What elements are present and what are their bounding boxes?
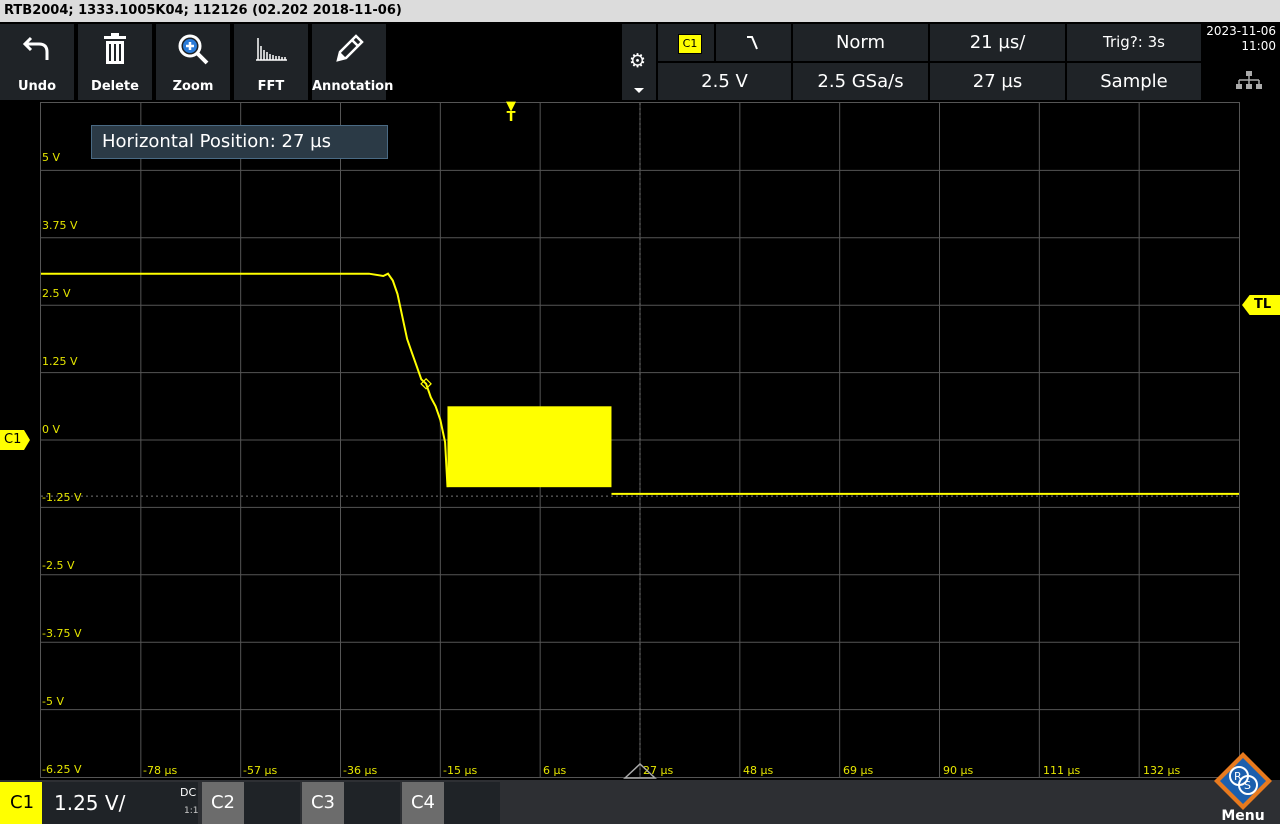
channel-c1-coupling: DC	[180, 786, 197, 799]
annotation-label: Annotation	[312, 79, 394, 94]
channel-c2-tab[interactable]: C2	[202, 782, 300, 824]
timebase-cell[interactable]: 21 µs/	[930, 24, 1065, 61]
svg-text:R: R	[1234, 770, 1242, 783]
waveform-noise-burst	[447, 406, 612, 488]
svg-text:S: S	[1244, 779, 1251, 792]
channel-c1-scale: 1.25 V/	[54, 791, 126, 815]
gear-icon: ⚙	[629, 50, 647, 72]
delete-label: Delete	[91, 79, 139, 94]
x-tick-label: -57 µs	[243, 764, 278, 777]
undo-icon	[22, 36, 49, 60]
horizontal-position-marker[interactable]	[623, 762, 657, 780]
acquisition-mode-cell[interactable]: Sample	[1067, 63, 1201, 100]
y-tick-label: 0 V	[42, 423, 61, 436]
zoom-button[interactable]: Zoom	[156, 24, 232, 100]
date-text: 2023-11-06	[1206, 24, 1276, 38]
pencil-icon	[336, 34, 364, 62]
trigger-marker[interactable]: ▼ T	[504, 100, 518, 124]
undo-button[interactable]: Undo	[0, 24, 76, 100]
trigger-edge-cell[interactable]	[716, 24, 791, 61]
y-tick-label: -3.75 V	[42, 627, 82, 640]
fft-label: FFT	[257, 79, 285, 94]
y-tick-label: -5 V	[42, 695, 64, 708]
channel-c4-tag: C4	[402, 782, 444, 824]
channel-offset-marker[interactable]: C1	[0, 430, 30, 450]
trigger-mode-cell[interactable]: Norm	[793, 24, 928, 61]
settings-button[interactable]: ⚙	[622, 24, 656, 100]
channel-c3-tab[interactable]: C3	[302, 782, 400, 824]
y-tick-label: -1.25 V	[42, 491, 82, 504]
channel-c2-tag: C2	[202, 782, 244, 824]
title-text: RTB2004; 1333.1005K04; 112126 (02.202 20…	[4, 3, 402, 18]
zoom-icon	[178, 34, 209, 65]
annotation-button[interactable]: Annotation	[312, 24, 394, 100]
x-tick-label: -36 µs	[343, 764, 378, 777]
trig-info-cell[interactable]: Trig?: 3s	[1067, 24, 1201, 61]
menu-label: Menu	[1221, 808, 1265, 824]
y-tick-label: 1.25 V	[42, 355, 78, 368]
falling-edge-icon	[746, 36, 758, 50]
network-icon	[1236, 71, 1262, 89]
channel-c4-tab[interactable]: C4	[402, 782, 500, 824]
x-tick-label: 90 µs	[943, 764, 974, 777]
title-bar: RTB2004; 1333.1005K04; 112126 (02.202 20…	[0, 0, 1280, 22]
y-tick-label: 3.75 V	[42, 219, 78, 232]
x-tick-label: 48 µs	[743, 764, 774, 777]
undo-label: Undo	[17, 79, 57, 94]
datetime: 2023-11-06 11:00	[1203, 24, 1280, 64]
trash-icon	[104, 33, 126, 64]
horizontal-position-overlay: Horizontal Position: 27 µs	[91, 125, 388, 159]
channel-c1-ratio: 1:1	[184, 806, 199, 816]
menu-button[interactable]: R S Menu	[1206, 750, 1280, 824]
waveform-grid[interactable]	[40, 102, 1240, 778]
x-tick-label: 132 µs	[1143, 764, 1181, 777]
y-tick-label: 5 V	[42, 151, 61, 164]
trigger-level-marker[interactable]: TL	[1242, 295, 1280, 315]
x-tick-label: -15 µs	[443, 764, 478, 777]
channel-c3-tag: C3	[302, 782, 344, 824]
trigger-level-cell[interactable]: 2.5 V	[658, 63, 791, 100]
channel-c1-tab[interactable]: C1 1.25 V/ DC 1:1	[0, 782, 198, 824]
fft-icon	[256, 38, 287, 61]
x-tick-label: 6 µs	[543, 764, 567, 777]
fft-button[interactable]: FFT	[234, 24, 310, 100]
sample-rate-cell[interactable]: 2.5 GSa/s	[793, 63, 928, 100]
delete-button[interactable]: Delete	[78, 24, 154, 100]
y-tick-label: 2.5 V	[42, 287, 71, 300]
y-tick-label: -6.25 V	[42, 763, 82, 776]
x-tick-label: -78 µs	[143, 764, 178, 777]
channel-c1-tag: C1	[0, 782, 42, 824]
time-text: 11:00	[1241, 39, 1276, 53]
waveform-trace	[41, 272, 449, 488]
zoom-label: Zoom	[172, 79, 214, 94]
horizontal-position-cell[interactable]: 27 µs	[930, 63, 1065, 100]
x-tick-label: 69 µs	[843, 764, 874, 777]
rs-logo-icon: R S	[1214, 752, 1272, 810]
waveform-display	[41, 103, 1239, 777]
x-tick-label: 111 µs	[1043, 764, 1081, 777]
chevron-down-icon	[634, 88, 644, 93]
y-tick-label: -2.5 V	[42, 559, 75, 572]
channel-badge: C1	[678, 34, 702, 54]
